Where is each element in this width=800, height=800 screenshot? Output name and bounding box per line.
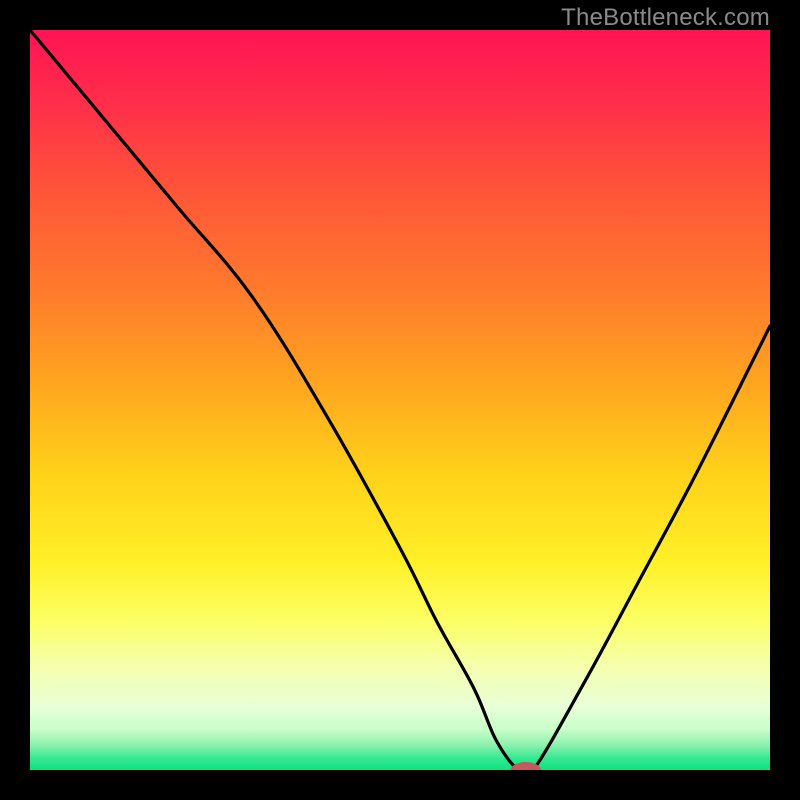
chart-svg xyxy=(30,30,770,770)
chart-frame: TheBottleneck.com xyxy=(0,0,800,800)
gradient-background xyxy=(30,30,770,770)
plot-area xyxy=(30,30,770,770)
attribution-label: TheBottleneck.com xyxy=(561,4,770,32)
